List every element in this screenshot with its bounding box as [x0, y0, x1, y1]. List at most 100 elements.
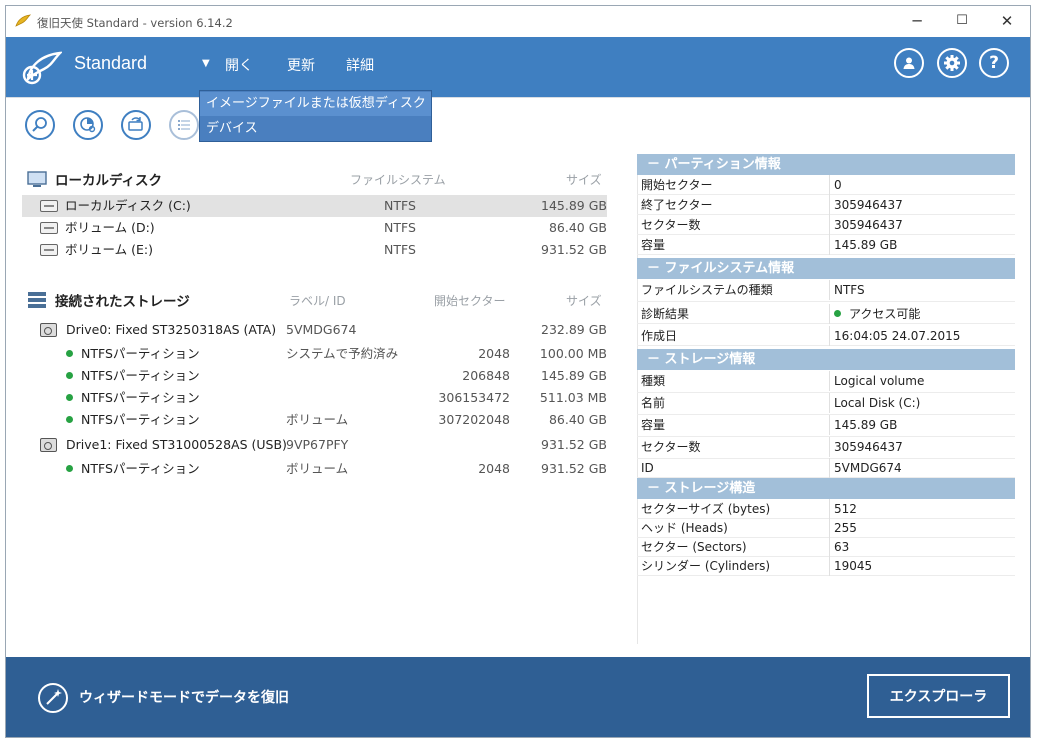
drive-name: Drive1: Fixed ST31000528AS (USB) — [66, 437, 287, 452]
help-button[interactable]: ? — [979, 48, 1009, 78]
menu-item-device[interactable]: デバイス — [200, 117, 431, 141]
angel-wing-icon — [15, 14, 31, 27]
close-button[interactable]: ✕ — [997, 12, 1017, 30]
filesystem-info-header[interactable]: － ファイルシステム情報 — [637, 258, 1015, 279]
info-row: セクター数 305946437 — [637, 437, 1015, 459]
info-row: 作成日 16:04:05 24.07.2015 — [637, 326, 1015, 346]
drive-name: Drive0: Fixed ST3250318AS (ATA) — [66, 322, 277, 337]
drive-row[interactable]: Drive0: Fixed ST3250318AS (ATA) 5VMDG674… — [22, 320, 607, 340]
info-row: シリンダー (Cylinders) 19045 — [637, 556, 1015, 576]
status-ok-icon — [834, 310, 841, 317]
status-dot-icon — [66, 394, 73, 401]
open-menu-arrow-icon[interactable]: ▼ — [202, 58, 210, 69]
partition-scan-icon — [80, 117, 96, 133]
disk-name: ボリューム (D:) — [65, 220, 155, 235]
help-icon: ? — [989, 53, 999, 73]
info-row: 種類 Logical volume — [637, 371, 1015, 393]
storage-structure-header[interactable]: － ストレージ構造 — [637, 478, 1015, 499]
partition-row[interactable]: NTFSパーティション 206848 145.89 GB — [22, 366, 607, 386]
disk-icon — [40, 200, 58, 212]
user-button[interactable] — [894, 48, 924, 78]
status-dot-icon — [66, 350, 73, 357]
disk-icon — [40, 222, 58, 234]
info-row: ヘッド (Heads) 255 — [637, 518, 1015, 538]
footer-bar: ウィザードモードでデータを復旧 エクスプローラ — [6, 657, 1030, 737]
window-title: 復旧天使 Standard - version 6.14.2 — [37, 16, 233, 30]
status-dot-icon — [66, 416, 73, 423]
wizard-mode-label[interactable]: ウィザードモードでデータを復旧 — [79, 687, 289, 707]
partition-name: NTFSパーティション — [66, 410, 200, 430]
magic-wand-icon — [46, 689, 62, 705]
drive-size: 232.89 GB — [541, 322, 607, 337]
local-disk-row[interactable]: ローカルディスク (C:) NTFS 145.89 GB — [22, 196, 607, 216]
partition-search-button[interactable] — [73, 110, 103, 140]
disk-size: 931.52 GB — [541, 242, 607, 257]
main-toolbar: Standard ▼ 開く 更新 詳細 ? — [6, 37, 1030, 97]
drive-size: 931.52 GB — [541, 437, 607, 452]
info-row: 容量 145.89 GB — [637, 415, 1015, 437]
toolbar-divider — [6, 97, 1030, 98]
storage-info-header[interactable]: － ストレージ情報 — [637, 349, 1015, 370]
list-view-button[interactable] — [169, 110, 199, 140]
info-row: セクターサイズ (bytes) 512 — [637, 499, 1015, 519]
partition-size: 86.40 GB — [548, 412, 607, 427]
info-row: 終了セクター 305946437 — [637, 195, 1015, 215]
drive-row[interactable]: Drive1: Fixed ST31000528AS (USB) 9VP67PF… — [22, 435, 607, 455]
title-bar: 復旧天使 Standard - version 6.14.2 ─ ☐ ✕ — [6, 6, 1030, 37]
disk-icon — [40, 244, 58, 256]
disk-fs: NTFS — [384, 198, 416, 213]
wizard-mode-button[interactable] — [38, 683, 68, 713]
label-column-header: ラベル/ ID — [289, 294, 346, 308]
disk-size: 145.89 GB — [541, 198, 607, 213]
minimize-button[interactable]: ─ — [907, 12, 927, 30]
status-dot-icon — [66, 372, 73, 379]
settings-button[interactable] — [937, 48, 967, 78]
find-data-button[interactable] — [25, 110, 55, 140]
disk-fs: NTFS — [384, 220, 416, 235]
partition-name: NTFSパーティション — [66, 388, 200, 408]
details-menu[interactable]: 詳細 — [346, 55, 374, 75]
app-window: 復旧天使 Standard - version 6.14.2 ─ ☐ ✕ Sta… — [5, 5, 1031, 738]
partition-label: ボリューム — [286, 461, 349, 476]
partition-name: NTFSパーティション — [66, 344, 200, 364]
local-disk-row[interactable]: ボリューム (E:) NTFS 931.52 GB — [22, 240, 607, 260]
partition-row[interactable]: NTFSパーティション ボリューム 307202048 86.40 GB — [22, 410, 607, 430]
brand-logo-icon — [22, 51, 62, 85]
partition-size: 511.03 MB — [539, 390, 607, 405]
open-menu[interactable]: 開く — [225, 55, 253, 75]
partition-info-header[interactable]: － パーティション情報 — [637, 154, 1015, 175]
user-icon — [903, 57, 915, 69]
status-dot-icon — [66, 465, 73, 472]
list-icon — [178, 120, 190, 130]
storage-header: 接続されたストレージ — [55, 294, 190, 310]
info-row: 開始セクター 0 — [637, 175, 1015, 195]
info-row: セクター数 305946437 — [637, 215, 1015, 235]
refresh-menu[interactable]: 更新 — [287, 55, 315, 75]
disk-size: 86.40 GB — [548, 220, 607, 235]
info-row: ファイルシステムの種類 NTFS — [637, 280, 1015, 302]
fs-column-header: ファイルシステム — [350, 173, 446, 187]
partition-row[interactable]: NTFSパーティション 306153472 511.03 MB — [22, 388, 607, 408]
partition-name: NTFSパーティション — [66, 459, 200, 479]
partition-row[interactable]: NTFSパーティション ボリューム 2048 931.52 GB — [22, 459, 607, 479]
partition-name: NTFSパーティション — [66, 366, 200, 386]
partition-row[interactable]: NTFSパーティション システムで予約済み 2048 100.00 MB — [22, 344, 607, 364]
menu-item-image-file[interactable]: イメージファイルまたは仮想ディスク — [200, 92, 431, 116]
info-row: セクター (Sectors) 63 — [637, 537, 1015, 557]
info-row: ID 5VMDG674 — [637, 458, 1015, 478]
refresh-icon — [128, 117, 143, 131]
info-row: 容量 145.89 GB — [637, 235, 1015, 255]
partition-label: ボリューム — [286, 412, 349, 427]
image-refresh-button[interactable] — [121, 110, 151, 140]
info-row: 名前 Local Disk (C:) — [637, 393, 1015, 415]
maximize-button[interactable]: ☐ — [952, 12, 972, 30]
drive-label: 9VP67PFY — [286, 437, 349, 452]
hard-drive-icon — [40, 323, 57, 337]
hard-drive-icon — [40, 438, 57, 452]
local-disks-header: ローカルディスク — [55, 173, 163, 189]
start-sector-column-header: 開始セクター — [434, 294, 506, 308]
local-disk-row[interactable]: ボリューム (D:) NTFS 86.40 GB — [22, 218, 607, 238]
drive-label: 5VMDG674 — [286, 322, 357, 337]
explorer-button[interactable]: エクスプローラ — [867, 674, 1010, 718]
computer-icon — [27, 171, 47, 187]
